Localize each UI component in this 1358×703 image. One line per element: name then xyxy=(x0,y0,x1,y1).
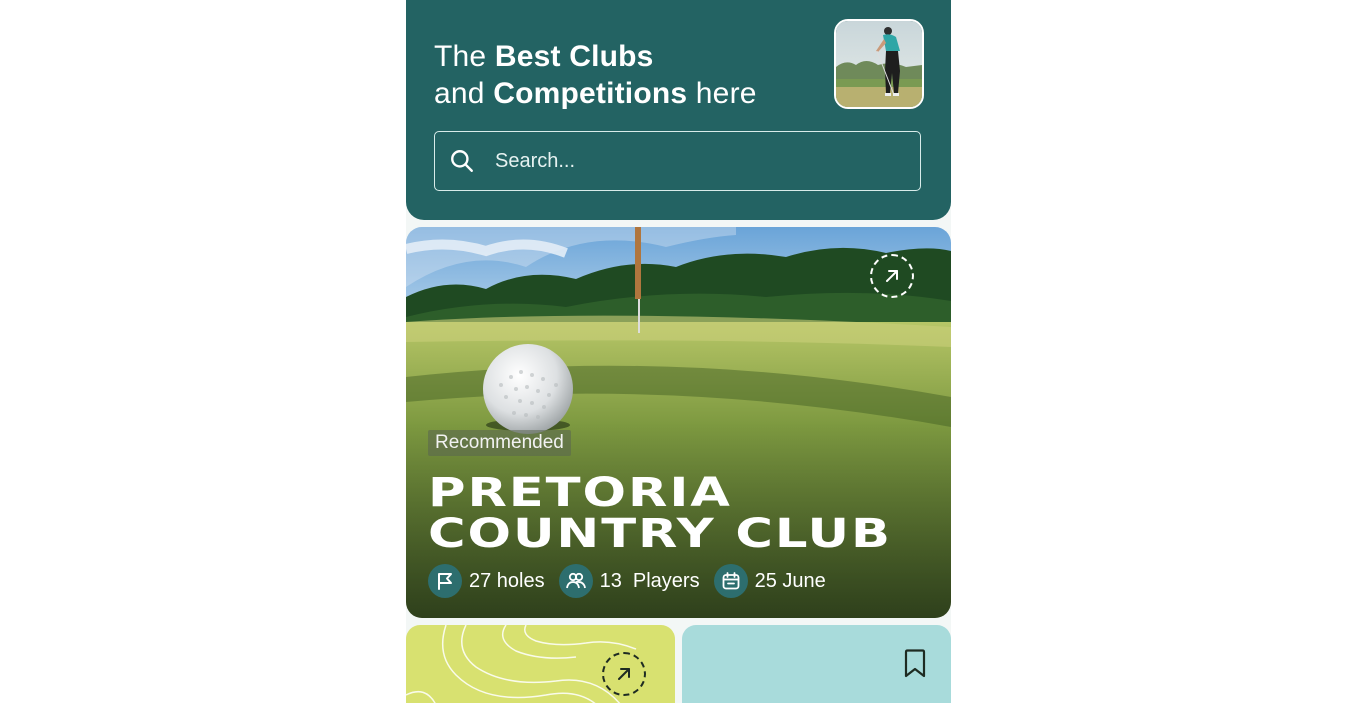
holes-stat: 27 holes xyxy=(428,564,545,598)
date-stat: 25 June xyxy=(713,564,826,598)
flag-icon xyxy=(428,564,462,598)
app-screen: The Best Clubs and Competitions here Sea… xyxy=(406,0,951,703)
calendar-icon xyxy=(713,564,748,598)
headline-line-1: The Best Clubs xyxy=(434,40,654,73)
search-input[interactable] xyxy=(493,148,877,174)
club-name: Pretoria Country Club xyxy=(428,470,892,557)
recommended-badge: Recommended xyxy=(428,430,571,456)
featured-club-card[interactable]: Recommended Pretoria Country Club 27 hol… xyxy=(406,227,951,618)
arrow-up-right-icon xyxy=(618,668,630,680)
club-card-left[interactable] xyxy=(406,625,675,703)
headline-line-2: and Competitions here xyxy=(434,77,757,110)
golf-course-image xyxy=(406,227,951,618)
club-stats: 27 holes 13 Players 25 June xyxy=(428,564,840,598)
players-stat: 13 Players xyxy=(558,564,700,598)
open-card-button[interactable] xyxy=(602,652,646,696)
header: The Best Clubs and Competitions here xyxy=(406,0,951,220)
search-field[interactable] xyxy=(434,131,921,191)
users-icon xyxy=(558,564,593,598)
club-card-right[interactable] xyxy=(682,625,951,703)
arrow-up-right-icon xyxy=(886,270,898,282)
golfer-photo xyxy=(836,21,922,107)
headline: The Best Clubs and Competitions here xyxy=(434,38,757,112)
avatar[interactable] xyxy=(834,19,924,109)
open-club-button[interactable] xyxy=(870,254,914,298)
search-icon xyxy=(451,150,473,172)
bookmark-icon[interactable] xyxy=(903,649,927,679)
